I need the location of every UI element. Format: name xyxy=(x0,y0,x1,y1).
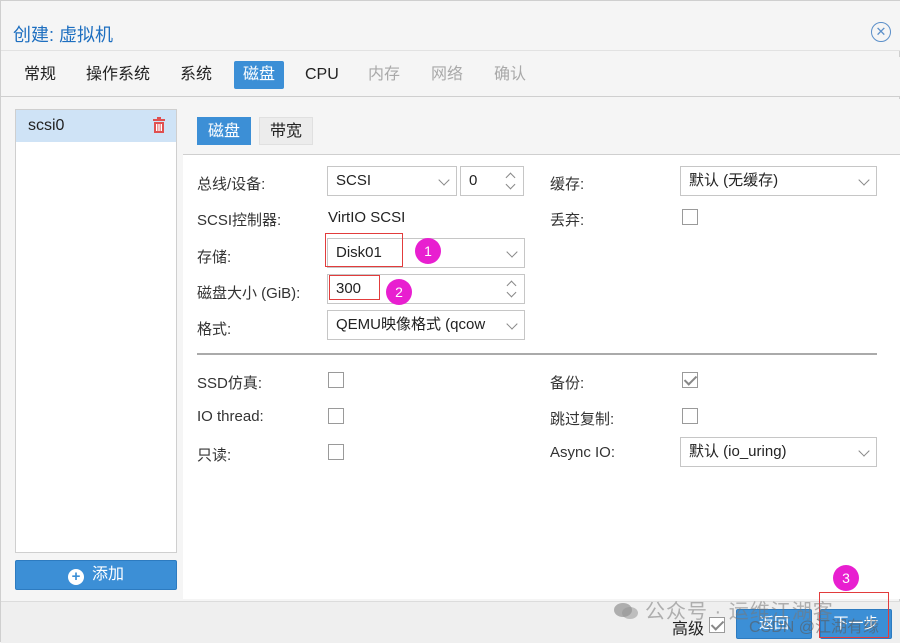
tab-general[interactable]: 常规 xyxy=(15,61,65,89)
disk-subtabs: 磁盘 带宽 xyxy=(183,99,900,155)
format-select[interactable]: QEMU映像格式 (qcow xyxy=(327,310,525,340)
section-divider xyxy=(197,353,877,355)
dialog-title: 创建: 虚拟机 xyxy=(13,25,114,45)
chevron-down-icon xyxy=(858,445,870,457)
trash-icon[interactable] xyxy=(152,117,166,133)
disk-panel: 磁盘 带宽 总线/设备: SCSI 0 SCSI控制器: VirtIO SCSI… xyxy=(183,99,900,599)
format-label: 格式: xyxy=(197,321,232,338)
discard-label: 丢弃: xyxy=(550,212,585,229)
tab-os[interactable]: 操作系统 xyxy=(77,61,159,89)
annotation-badge-2: 2 xyxy=(386,279,412,305)
bus-label: 总线/设备: xyxy=(197,176,266,193)
tab-system[interactable]: 系统 xyxy=(171,61,221,89)
io-thread-checkbox[interactable] xyxy=(328,408,344,424)
cache-label: 缓存: xyxy=(550,176,585,193)
chevron-down-icon xyxy=(438,174,450,186)
skip-replication-checkbox[interactable] xyxy=(682,408,698,424)
plus-icon: + xyxy=(67,569,84,585)
tab-cpu[interactable]: CPU xyxy=(296,61,348,89)
annotation-badge-3: 3 xyxy=(833,565,859,591)
chevron-down-icon xyxy=(506,318,518,330)
read-only-checkbox[interactable] xyxy=(328,444,344,460)
annotation-badge-1: 1 xyxy=(415,238,441,264)
async-io-select[interactable]: 默认 (io_uring) xyxy=(680,437,877,467)
chevron-down-icon xyxy=(506,246,518,258)
chevron-down-icon xyxy=(858,174,870,186)
disk-list-item[interactable]: scsi0 xyxy=(16,110,176,142)
bus-value: SCSI xyxy=(336,172,372,189)
async-io-value: 默认 (io_uring) xyxy=(689,443,787,460)
backup-checkbox[interactable] xyxy=(682,372,698,388)
backup-label: 备份: xyxy=(550,375,585,392)
device-value: 0 xyxy=(469,172,478,189)
spinner-icon[interactable] xyxy=(505,172,517,190)
wizard-tabs: 常规 操作系统 系统 磁盘 CPU 内存 网络 确认 xyxy=(1,57,900,97)
subtab-disk[interactable]: 磁盘 xyxy=(197,117,252,145)
ssd-emulation-checkbox[interactable] xyxy=(328,372,344,388)
size-highlight-box xyxy=(329,275,380,300)
io-thread-label: IO thread: xyxy=(197,408,264,425)
tab-confirm[interactable]: 确认 xyxy=(485,61,535,89)
bus-select[interactable]: SCSI xyxy=(327,166,457,196)
add-disk-label: 添加 xyxy=(91,566,124,583)
tab-disk[interactable]: 磁盘 xyxy=(234,61,285,89)
async-io-label: Async IO: xyxy=(550,444,616,461)
tab-memory[interactable]: 内存 xyxy=(359,61,409,89)
subtab-bandwidth[interactable]: 带宽 xyxy=(259,117,314,145)
skip-replication-label: 跳过复制: xyxy=(550,411,615,428)
add-disk-button[interactable]: + 添加 xyxy=(15,560,177,590)
format-value: QEMU映像格式 (qcow xyxy=(336,316,486,333)
create-vm-dialog: 创建: 虚拟机 ✕ 常规 操作系统 系统 磁盘 CPU 内存 网络 确认 scs… xyxy=(0,0,900,643)
ssd-emulation-label: SSD仿真: xyxy=(197,375,263,392)
tab-network[interactable]: 网络 xyxy=(422,61,472,89)
device-spinner[interactable]: 0 xyxy=(460,166,524,196)
cache-value: 默认 (无缓存) xyxy=(689,172,779,189)
storage-label: 存储: xyxy=(197,249,232,266)
disk-size-label: 磁盘大小 (GiB): xyxy=(197,285,301,302)
discard-checkbox[interactable] xyxy=(682,209,698,225)
wechat-icon xyxy=(614,603,638,619)
storage-highlight-box xyxy=(325,233,403,267)
spinner-icon[interactable] xyxy=(506,280,518,298)
disk-list: scsi0 xyxy=(15,109,177,553)
scsi-controller-label: SCSI控制器: xyxy=(197,212,282,229)
watermark-overlay-text: CSDN @江湖有缘 xyxy=(749,619,880,636)
cache-select[interactable]: 默认 (无缓存) xyxy=(680,166,877,196)
title-bar: 创建: 虚拟机 ✕ xyxy=(1,1,900,51)
close-icon[interactable]: ✕ xyxy=(871,22,891,42)
read-only-label: 只读: xyxy=(197,447,232,464)
scsi-controller-value: VirtIO SCSI xyxy=(328,209,406,226)
disk-list-item-label: scsi0 xyxy=(28,117,65,134)
